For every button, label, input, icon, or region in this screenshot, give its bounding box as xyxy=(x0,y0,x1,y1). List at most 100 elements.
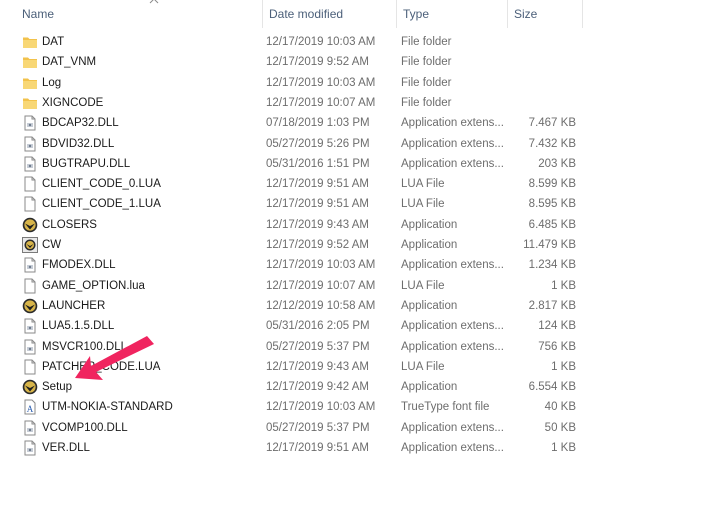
file-name: LAUNCHER xyxy=(42,299,106,312)
file-size: 203 KB xyxy=(538,157,576,170)
file-row[interactable]: BUGTRAPU.DLL 05/31/2016 1:51 PM Applicatio… xyxy=(16,154,586,174)
folder-icon xyxy=(22,54,38,70)
file-row[interactable]: DAT_VNM 12/17/2019 9:52 AM File folder xyxy=(16,52,586,72)
file-name: CLOSERS xyxy=(42,218,97,231)
file-size: 756 KB xyxy=(538,340,576,353)
file-date-modified: 12/17/2019 10:03 AM xyxy=(266,401,376,414)
file-row[interactable]: BDVID32.DLL 05/27/2019 5:26 PM Application… xyxy=(16,134,586,154)
column-header-type[interactable]: Type xyxy=(396,0,507,28)
column-header-name[interactable]: Name xyxy=(16,0,262,28)
file-name: VCOMP100.DLL xyxy=(42,421,128,434)
file-type: LUA File xyxy=(401,279,445,292)
dll-icon xyxy=(22,257,38,273)
file-type: File folder xyxy=(401,56,452,69)
file-type: Application extens... xyxy=(401,442,504,454)
dll-icon xyxy=(22,115,38,131)
dll-icon xyxy=(22,339,38,355)
file-icon xyxy=(22,359,38,375)
file-date-modified: 12/12/2019 10:58 AM xyxy=(266,299,376,312)
dll-icon xyxy=(22,136,38,152)
file-row[interactable]: VCOMP100.DLL 05/27/2019 5:37 PM Applicatio… xyxy=(16,418,586,438)
file-name: FMODEX.DLL xyxy=(42,259,116,272)
file-date-modified: 12/17/2019 10:07 AM xyxy=(266,96,376,109)
file-name: GAME_OPTION.lua xyxy=(42,279,145,292)
file-row[interactable]: CW 12/17/2019 9:52 AM Application 11.479 KB xyxy=(16,235,586,255)
file-name: XIGNCODE xyxy=(42,96,104,109)
svg-text:A: A xyxy=(27,404,34,414)
file-row[interactable]: Log 12/17/2019 10:03 AM File folder xyxy=(16,73,586,93)
file-type: Application extens... xyxy=(401,117,504,130)
file-name: Log xyxy=(42,76,62,89)
file-row[interactable]: XIGNCODE 12/17/2019 10:07 AM File folder xyxy=(16,93,586,113)
file-row[interactable]: GAME_OPTION.lua 12/17/2019 10:07 AM LUA Fi… xyxy=(16,276,586,296)
dll-icon xyxy=(22,420,38,436)
file-row[interactable]: FMODEX.DLL 12/17/2019 10:03 AM Application… xyxy=(16,255,586,275)
file-size: 1 KB xyxy=(551,279,576,292)
dll-icon xyxy=(22,440,38,456)
file-type: Application extens... xyxy=(401,157,504,170)
file-row[interactable]: CLIENT_CODE_1.LUA 12/17/2019 9:51 AM LUA F… xyxy=(16,194,586,214)
file-icon xyxy=(22,278,38,294)
file-row[interactable]: MSVCR100.DLL 05/27/2019 5:37 PM Applicatio… xyxy=(16,337,586,357)
file-name: DAT_VNM xyxy=(42,56,97,69)
file-type: Application extens... xyxy=(401,320,504,333)
file-icon xyxy=(22,196,38,212)
folder-icon xyxy=(22,34,38,50)
file-date-modified: 05/27/2019 5:37 PM xyxy=(266,340,370,353)
file-date-modified: 12/17/2019 10:03 AM xyxy=(266,76,376,89)
file-row[interactable]: CLOSERS 12/17/2019 9:43 AM Application 6.48… xyxy=(16,215,586,235)
file-date-modified: 12/17/2019 9:51 AM xyxy=(266,198,369,211)
dll-icon xyxy=(22,318,38,334)
file-type: File folder xyxy=(401,96,452,109)
column-header-date[interactable]: Date modified xyxy=(262,0,396,28)
file-size: 8.595 KB xyxy=(528,198,576,211)
file-row[interactable]: DAT 12/17/2019 10:03 AM File folder xyxy=(16,32,586,52)
closers-app-icon xyxy=(22,217,38,233)
file-type: Application extens... xyxy=(401,259,504,272)
dll-icon xyxy=(22,156,38,172)
file-name: UTM-NOKIA-STANDARD xyxy=(42,401,173,414)
file-type: Application extens... xyxy=(401,137,504,150)
file-date-modified: 05/31/2016 2:05 PM xyxy=(266,320,370,333)
file-size: 6.485 KB xyxy=(528,218,576,231)
file-row[interactable]: CLIENT_CODE_0.LUA 12/17/2019 9:51 AM LUA F… xyxy=(16,174,586,194)
file-size: 50 KB xyxy=(544,421,576,434)
file-name: CLIENT_CODE_1.LUA xyxy=(42,198,161,211)
file-type: LUA File xyxy=(401,198,445,211)
file-row[interactable]: PATCHER_CODE.LUA 12/17/2019 9:43 AM LUA Fi… xyxy=(16,357,586,377)
file-type: Application extens... xyxy=(401,340,504,353)
file-size: 7.467 KB xyxy=(528,117,576,130)
closers-app-icon xyxy=(22,379,38,395)
file-name: Setup xyxy=(42,381,73,394)
file-row[interactable]: A UTM-NOKIA-STANDARD 12/17/2019 10:03 AM Tr… xyxy=(16,397,586,417)
file-type: File folder xyxy=(401,36,452,48)
file-date-modified: 12/17/2019 10:03 AM xyxy=(266,36,376,48)
file-icon xyxy=(22,176,38,192)
file-name: DAT xyxy=(42,36,65,48)
file-size: 7.432 KB xyxy=(528,137,576,150)
file-size: 1 KB xyxy=(551,360,576,373)
file-size: 40 KB xyxy=(544,401,576,414)
file-date-modified: 07/18/2019 1:03 PM xyxy=(266,117,370,130)
file-type: Application extens... xyxy=(401,421,504,434)
file-date-modified: 05/27/2019 5:26 PM xyxy=(266,137,370,150)
file-row[interactable]: Setup 12/17/2019 9:42 AM Application 6.554 … xyxy=(16,377,586,397)
file-name: BDVID32.DLL xyxy=(42,137,115,150)
file-name: CLIENT_CODE_0.LUA xyxy=(42,178,161,191)
folder-icon xyxy=(22,75,38,91)
folder-icon xyxy=(22,95,38,111)
file-date-modified: 12/17/2019 9:52 AM xyxy=(266,239,369,251)
file-row[interactable]: LAUNCHER 12/12/2019 10:58 AM Application 2.… xyxy=(16,296,586,316)
column-header-type-label: Type xyxy=(403,7,430,21)
file-size: 6.554 KB xyxy=(528,381,576,394)
file-date-modified: 12/17/2019 9:43 AM xyxy=(266,360,369,373)
file-row[interactable]: BDCAP32.DLL 07/18/2019 1:03 PM Application… xyxy=(16,113,586,133)
file-name: CW xyxy=(42,239,62,251)
file-size: 1 KB xyxy=(551,442,576,454)
file-name: MSVCR100.DLL xyxy=(42,340,128,353)
file-row[interactable]: VER.DLL 12/17/2019 9:51 AM Application ext… xyxy=(16,438,586,458)
column-header-size[interactable]: Size xyxy=(507,0,583,28)
file-date-modified: 12/17/2019 9:51 AM xyxy=(266,442,369,454)
file-type: Application xyxy=(401,299,458,312)
file-row[interactable]: LUA5.1.5.DLL 05/31/2016 2:05 PM Applicatio… xyxy=(16,316,586,336)
